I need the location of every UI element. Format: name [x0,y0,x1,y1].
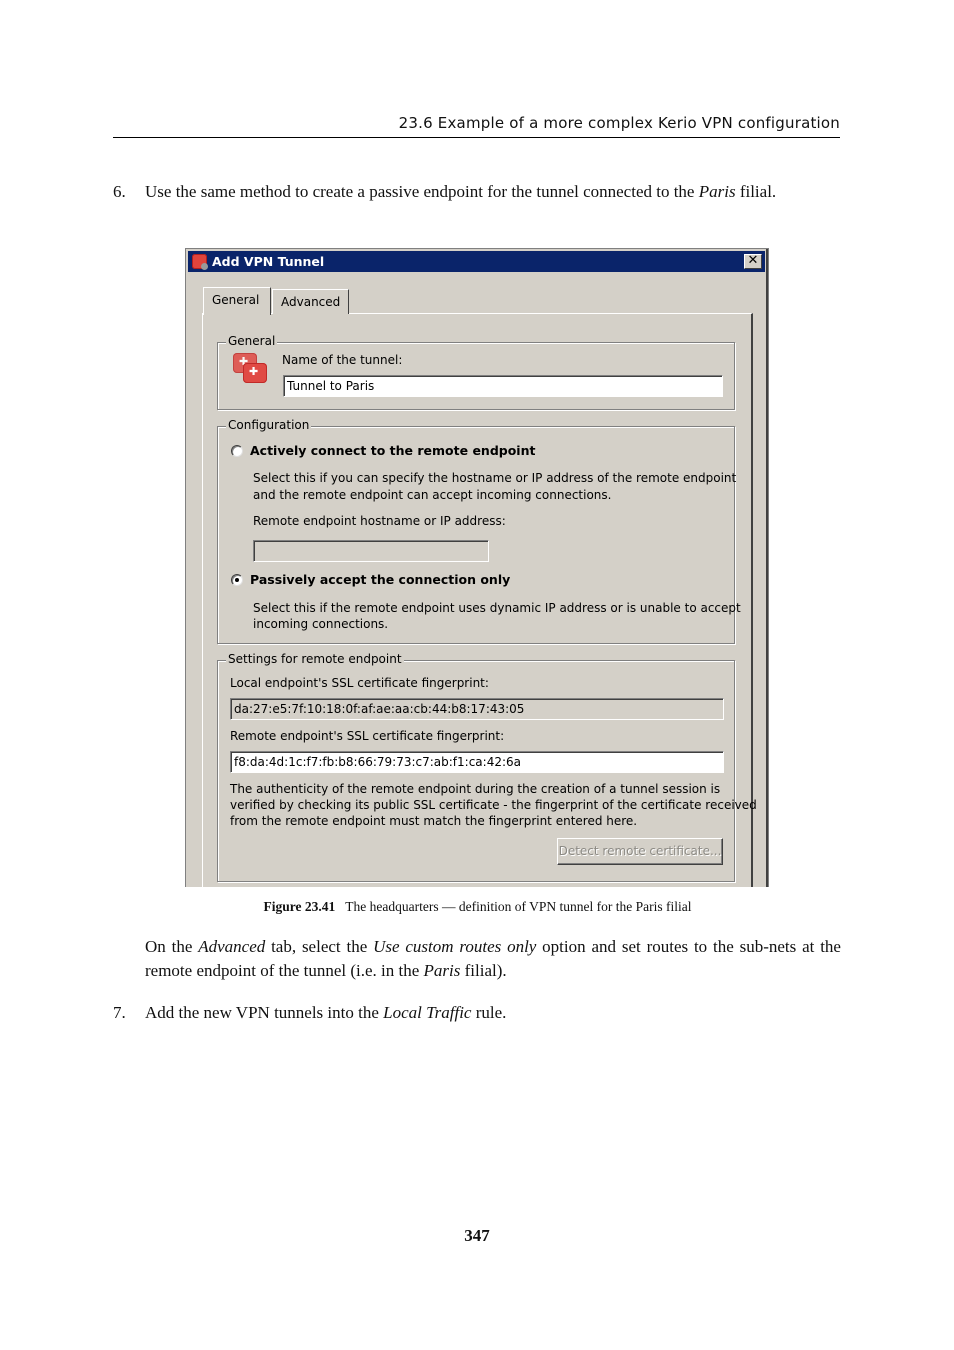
page-number: 347 [464,1226,490,1245]
configuration-group-label: Configuration [226,418,312,432]
active-connect-desc-1: Select this if you can specify the hostn… [253,471,737,485]
step-7-text-a: Add the new VPN tunnels into the [145,1003,384,1022]
remote-fingerprint-label: Remote endpoint's SSL certificate finger… [230,729,505,743]
step-7-text-b: rule. [471,1003,507,1022]
step-7-italic: Local Traffic [383,1003,472,1022]
adv-text-4: filial). [460,961,507,980]
remote-hostname-label: Remote endpoint hostname or IP address: [253,514,506,528]
advanced-tab-paragraph: On the Advanced tab, select the Use cust… [145,935,841,983]
step-6-text-b: filial. [735,182,777,201]
adv-italic-advanced: Advanced [198,937,266,956]
step-7-text: Add the new VPN tunnels into the Local T… [145,1001,841,1025]
adv-text-2: tab, select the [265,937,374,956]
add-vpn-tunnel-dialog: Add VPN Tunnel ✕ General Advanced Genera… [185,248,769,887]
fingerprint-note-1: The authenticity of the remote endpoint … [230,782,721,796]
tab-advanced[interactable]: Advanced [272,289,349,314]
active-connect-label[interactable]: Actively connect to the remote endpoint [250,443,535,458]
local-fingerprint-field[interactable]: da:27:e5:7f:10:18:0f:af:ae:aa:cb:44:b8:1… [230,698,724,720]
figure-caption-text: The headquarters — definition of VPN tun… [345,899,692,914]
tab-general-label: General [212,293,260,307]
figure-caption: Figure 23.41 The headquarters — definitio… [185,899,770,915]
remote-hostname-input[interactable] [253,540,489,562]
detect-remote-certificate-button[interactable]: Detect remote certificate... [557,838,723,865]
fingerprint-note-2: verified by checking its public SSL cert… [230,798,757,812]
remote-fingerprint-input[interactable]: f8:da:4d:1c:f7:fb:b8:66:79:73:c7:ab:f1:c… [230,751,724,773]
adv-text-1: On the [145,937,199,956]
vpn-tunnel-icon [231,351,269,387]
tunnel-name-label: Name of the tunnel: [282,353,403,367]
passive-accept-desc-1: Select this if the remote endpoint uses … [253,601,741,615]
passive-accept-desc-2: incoming connections. [253,617,389,631]
active-connect-radio[interactable] [231,445,243,457]
remote-settings-group-label: Settings for remote endpoint [226,652,404,666]
tunnel-name-input[interactable]: Tunnel to Paris [283,375,723,397]
close-icon[interactable]: ✕ [744,254,762,269]
step-6-number: 6. [113,182,126,201]
kerio-app-icon [192,254,208,270]
step-6-text: Use the same method to create a passive … [145,180,841,204]
passive-accept-label[interactable]: Passively accept the connection only [250,572,510,587]
step-7-number: 7. [113,1003,126,1022]
adv-italic-paris: Paris [423,961,461,980]
passive-accept-radio[interactable] [231,574,243,586]
active-connect-desc-2: and the remote endpoint can accept incom… [253,488,612,502]
step-6-italic: Paris [698,182,736,201]
running-head: 23.6 Example of a more complex Kerio VPN… [398,114,840,132]
header-rule [113,137,840,138]
dialog-title: Add VPN Tunnel [212,254,325,269]
local-fingerprint-label: Local endpoint's SSL certificate fingerp… [230,676,489,690]
dialog-titlebar[interactable]: Add VPN Tunnel ✕ [188,251,765,272]
general-group-label: General [226,334,278,348]
step-6-text-a: Use the same method to create a passive … [145,182,699,201]
adv-italic-custom-routes: Use custom routes only [373,937,537,956]
tab-advanced-label: Advanced [281,295,341,309]
fingerprint-note-3: from the remote endpoint must match the … [230,814,638,828]
figure-label: Figure 23.41 [263,899,336,914]
tab-general[interactable]: General [203,287,271,315]
